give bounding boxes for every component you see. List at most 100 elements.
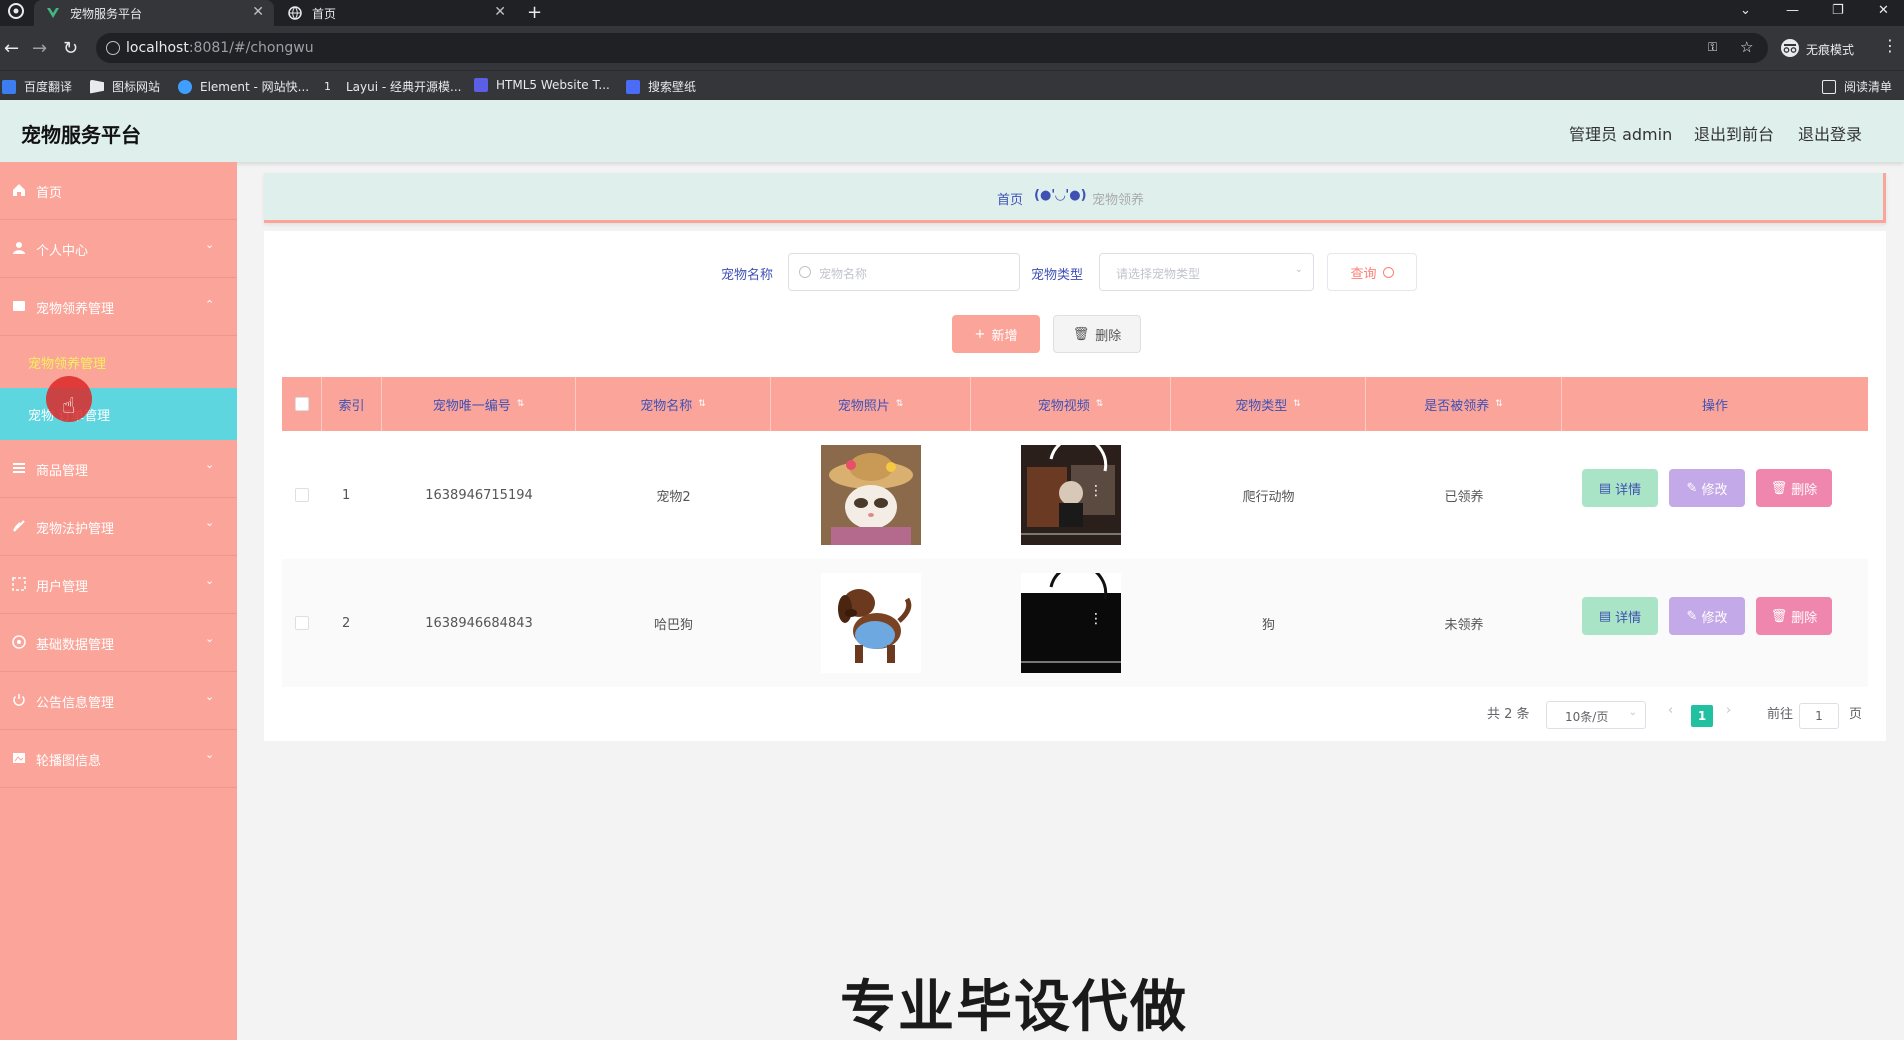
- batch-delete-button[interactable]: 🗑 删除: [1053, 315, 1141, 353]
- sidebar-item-basedata[interactable]: 基础数据管理 ⌄: [0, 614, 237, 672]
- reading-list[interactable]: 阅读清单: [1822, 78, 1892, 95]
- restore-icon[interactable]: ❐: [1832, 3, 1844, 18]
- minimize-icon[interactable]: —: [1786, 3, 1799, 18]
- key-icon[interactable]: ⚿: [1708, 40, 1717, 55]
- pet-type-select[interactable]: 请选择宠物类型 ⌄: [1099, 253, 1314, 291]
- select-all-checkbox[interactable]: [294, 397, 309, 411]
- video-thumbnail: [1021, 435, 1121, 545]
- cell-code: 1638946684843: [425, 615, 533, 631]
- pet-name-input[interactable]: 宠物名称: [788, 253, 1020, 291]
- chevron-down-icon: ⌄: [205, 690, 215, 703]
- close-tab-icon[interactable]: ✕: [252, 4, 264, 20]
- cell-video: ⋮: [971, 559, 1171, 687]
- chevron-down-icon: ⌄: [205, 458, 215, 471]
- chevron-down-icon: ⌄: [1628, 707, 1637, 718]
- users-icon: [12, 577, 26, 591]
- table-header: 索引 宠物唯一编号 ⇅ 宠物名称 ⇅ 宠物照片 ⇅ 宠物视频 ⇅ 宠物类型 ⇅ 是否被领养…: [282, 377, 1868, 431]
- page-number-current[interactable]: 1: [1691, 705, 1713, 727]
- video-player[interactable]: ⋮: [1021, 435, 1121, 545]
- col-video[interactable]: 宠物视频 ⇅: [971, 377, 1171, 431]
- bookmark-item[interactable]: Element - 网站快...: [178, 78, 309, 95]
- breadcrumb-home[interactable]: 首页: [997, 189, 1023, 208]
- incognito-icon[interactable]: [1780, 38, 1800, 61]
- sidebar-item-profile[interactable]: 个人中心 ⌄: [0, 220, 237, 278]
- star-icon[interactable]: ☆: [1740, 38, 1753, 56]
- row-checkbox[interactable]: [295, 488, 309, 502]
- new-tab-button[interactable]: +: [527, 2, 542, 23]
- goto-page-input[interactable]: 1: [1799, 703, 1839, 729]
- query-button[interactable]: 查询: [1327, 253, 1417, 291]
- edit-button[interactable]: ✎ 修改: [1669, 597, 1745, 635]
- site-info-icon[interactable]: [106, 41, 120, 55]
- cell-code: 1638946715194: [425, 487, 533, 503]
- col-adopted[interactable]: 是否被领养 ⇅: [1366, 377, 1562, 431]
- sidebar-item-users[interactable]: 用户管理 ⌄: [0, 556, 237, 614]
- forward-icon[interactable]: →: [32, 38, 47, 59]
- bookmark-item[interactable]: 图标网站: [90, 78, 160, 95]
- delete-button[interactable]: 🗑 删除: [1756, 469, 1832, 507]
- back-icon[interactable]: ←: [4, 38, 19, 59]
- sidebar-item-goods[interactable]: 商品管理 ⌄: [0, 440, 237, 498]
- add-button[interactable]: + 新增: [952, 315, 1040, 353]
- list-icon: [13, 463, 25, 473]
- cell-index: 1: [342, 487, 351, 503]
- row-checkbox[interactable]: [295, 616, 309, 630]
- flag-icon: [90, 79, 104, 94]
- translate-icon: [2, 79, 16, 94]
- more-vertical-icon[interactable]: ⋮: [1089, 483, 1103, 499]
- tab-home[interactable]: 首页 ✕: [276, 0, 516, 26]
- next-page-icon[interactable]: ›: [1726, 703, 1731, 718]
- close-window-icon[interactable]: ✕: [1878, 3, 1889, 18]
- bookmark-item[interactable]: 搜索壁纸: [626, 78, 696, 95]
- bookmark-item[interactable]: 1 Layui - 经典开源模...: [324, 78, 461, 95]
- search-icon: [799, 266, 811, 278]
- cell-adopted: 已领养: [1444, 489, 1484, 505]
- watermark-text: 专业毕设代做: [840, 975, 1188, 1040]
- page-size-select[interactable]: 10条/页 ⌄: [1546, 701, 1646, 729]
- video-player[interactable]: ⋮: [1021, 563, 1121, 673]
- dog-photo[interactable]: [821, 573, 921, 673]
- bookmark-item[interactable]: HTML5 Website T...: [474, 78, 610, 92]
- sidebar-item-carousel[interactable]: 轮播图信息 ⌄: [0, 730, 237, 788]
- delete-button[interactable]: 🗑 删除: [1756, 597, 1832, 635]
- cat-photo[interactable]: [821, 445, 921, 545]
- row-checkbox-cell: [282, 431, 322, 559]
- tab-search-icon[interactable]: ⌄: [1740, 3, 1751, 18]
- detail-button[interactable]: ▤ 详情: [1582, 469, 1658, 507]
- sidebar-item-notice[interactable]: 公告信息管理 ⌄: [0, 672, 237, 730]
- col-type[interactable]: 宠物类型 ⇅: [1171, 377, 1366, 431]
- close-tab-icon[interactable]: ✕: [494, 4, 506, 20]
- reload-icon[interactable]: ↻: [63, 38, 78, 59]
- app-header: 宠物服务平台 管理员 admin 退出到前台 退出登录: [0, 100, 1904, 162]
- col-code[interactable]: 宠物唯一编号 ⇅: [382, 377, 576, 431]
- tab-pet-platform[interactable]: 宠物服务平台 ✕: [34, 0, 274, 26]
- bookmark-item[interactable]: 百度翻译: [2, 78, 72, 95]
- main-panel: 宠物名称 宠物名称 宠物类型 请选择宠物类型 ⌄ 查询 + 新增 🗑 删除 索引…: [264, 231, 1886, 741]
- url-text: localhost:8081/#/chongwu: [126, 40, 314, 56]
- submenu-order[interactable]: 宠物 订单管理: [0, 388, 237, 440]
- more-icon[interactable]: ⋮: [1882, 36, 1898, 55]
- sort-icon: ⇅: [1495, 399, 1503, 409]
- browser-menu-icon[interactable]: [8, 3, 24, 23]
- pencil-icon: ✎: [1686, 480, 1698, 496]
- detail-button[interactable]: ▤ 详情: [1582, 597, 1658, 635]
- sidebar-item-care[interactable]: 宠物法护管理 ⌄: [0, 498, 237, 556]
- front-link[interactable]: 退出到前台: [1694, 121, 1774, 145]
- chevron-down-icon: ⌄: [205, 516, 215, 529]
- more-vertical-icon[interactable]: ⋮: [1089, 611, 1103, 627]
- home-icon: [13, 184, 25, 196]
- col-photo[interactable]: 宠物照片 ⇅: [771, 377, 971, 431]
- sort-icon: ⇅: [516, 399, 525, 409]
- sidebar-item-home[interactable]: 首页: [0, 162, 237, 220]
- chevron-down-icon: ⌄: [1294, 264, 1303, 275]
- sidebar-item-adoption[interactable]: 宠物领养管理 ⌃: [0, 278, 237, 336]
- carousel-icon: [13, 753, 25, 763]
- address-bar[interactable]: localhost:8081/#/chongwu ⚿ ☆: [96, 33, 1768, 63]
- pagination-total: 共 2 条: [1487, 707, 1530, 722]
- prev-page-icon[interactable]: ‹: [1668, 703, 1673, 718]
- logout-link[interactable]: 退出登录: [1798, 121, 1862, 145]
- edit-button[interactable]: ✎ 修改: [1669, 469, 1745, 507]
- vue-icon: [47, 8, 59, 18]
- submenu-adoption[interactable]: 宠物领养管理: [0, 336, 237, 388]
- col-name[interactable]: 宠物名称 ⇅: [576, 377, 771, 431]
